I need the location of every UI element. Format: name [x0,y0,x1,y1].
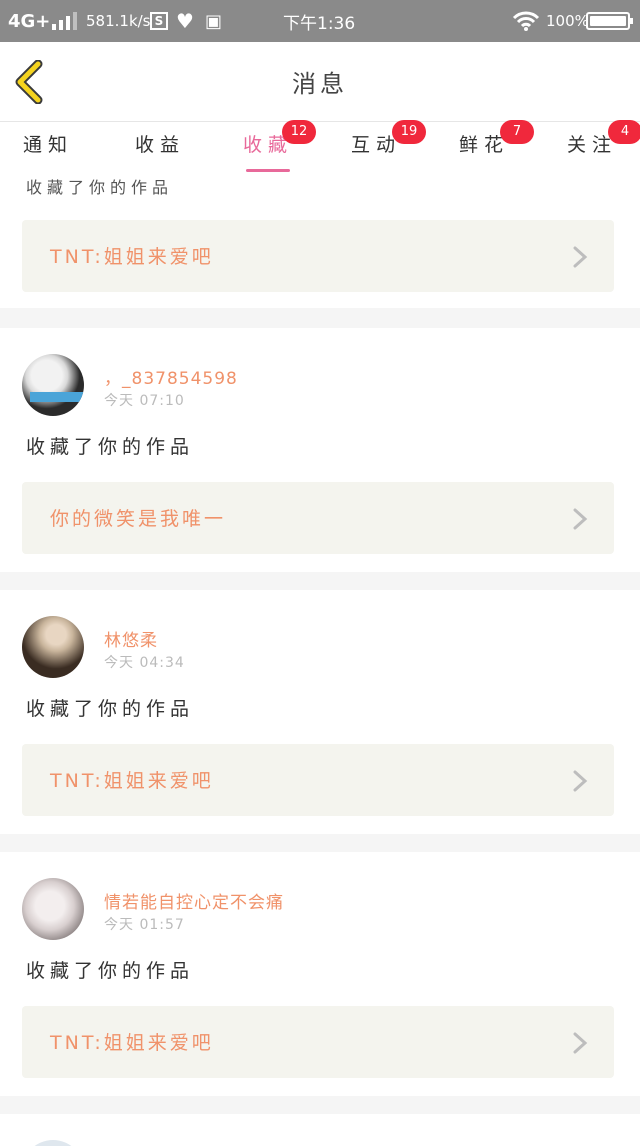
network-type: 4G+ [8,10,51,32]
chevron-right-icon [573,1032,588,1054]
wifi-icon [512,0,540,42]
list-item: 情若能自控心定不会痛 今天 01:57 收藏了你的作品 TNT:姐姐来爱吧 [0,852,640,1096]
username[interactable]: ，_837854598 [104,364,238,389]
battery-icon [586,12,633,30]
tab-notifications[interactable]: 通知 [22,130,74,172]
tab-flowers[interactable]: 鲜花 7 [458,120,534,172]
avatar[interactable] [22,616,84,678]
signal-icon [52,0,77,42]
page-title: 消息 [292,70,348,98]
tab-interactions[interactable]: 互动 19 [350,120,426,172]
network-speed: 581.1k/s [86,12,151,30]
top-nav-bar: 消息 [0,42,640,122]
list-item: 收藏了你的作品 TNT:姐姐来爱吧 [0,172,640,308]
unread-badge: 7 [500,120,534,144]
tab-favorites[interactable]: 收藏 12 [242,120,316,172]
username[interactable]: 林悠柔 [104,626,158,651]
list-item [0,1114,640,1146]
chevron-right-icon [573,508,588,530]
unread-badge: 4 [608,120,640,144]
tab-following[interactable]: 关注 4 [566,120,640,172]
work-title: TNT:姐姐来爱吧 [50,246,214,268]
list-item: 林悠柔 今天 04:34 收藏了你的作品 TNT:姐姐来爱吧 [0,590,640,834]
work-title: 你的微笑是我唯一 [50,508,227,530]
work-link[interactable]: TNT:姐姐来爱吧 [22,744,614,816]
action-text: 收藏了你的作品 [26,960,195,982]
action-text: 收藏了你的作品 [26,698,195,720]
timestamp: 今天 07:10 [104,393,185,409]
clock: 下午1:36 [283,13,356,34]
heart-shield-icon: ♥ [176,9,194,33]
work-link[interactable]: TNT:姐姐来爱吧 [22,1006,614,1078]
sim-badge: S [150,12,168,30]
favorites-feed[interactable]: 收藏了你的作品 TNT:姐姐来爱吧 ，_837854598 今天 07:10 收… [0,172,640,1146]
avatar[interactable] [22,878,84,940]
timestamp: 今天 01:57 [104,917,185,933]
avatar[interactable] [22,1140,84,1146]
tab-earnings[interactable]: 收益 [134,130,186,172]
work-link[interactable]: 你的微笑是我唯一 [22,482,614,554]
chevron-right-icon [573,770,588,792]
action-text: 收藏了你的作品 [26,178,174,197]
battery-percent: 100% [546,12,589,30]
tab-label: 通知 [22,134,73,156]
clipboard-icon: ▣ [205,10,223,32]
action-text: 收藏了你的作品 [26,436,195,458]
timestamp: 今天 04:34 [104,655,185,671]
username[interactable]: 情若能自控心定不会痛 [104,888,284,913]
tab-label: 收益 [134,134,185,156]
tab-bar: 通知 收益 收藏 12 互动 19 鲜花 7 关注 4 [0,120,640,172]
avatar[interactable] [22,354,84,416]
chevron-right-icon [573,246,588,268]
unread-badge: 19 [392,120,426,144]
list-item: ，_837854598 今天 07:10 收藏了你的作品 你的微笑是我唯一 [0,328,640,572]
work-title: TNT:姐姐来爱吧 [50,1032,214,1054]
status-bar: 4G+ 581.1k/s S ♥ ▣ 下午1:36 100% [0,0,640,42]
work-title: TNT:姐姐来爱吧 [50,770,214,792]
work-link[interactable]: TNT:姐姐来爱吧 [22,220,614,292]
unread-badge: 12 [282,120,316,144]
